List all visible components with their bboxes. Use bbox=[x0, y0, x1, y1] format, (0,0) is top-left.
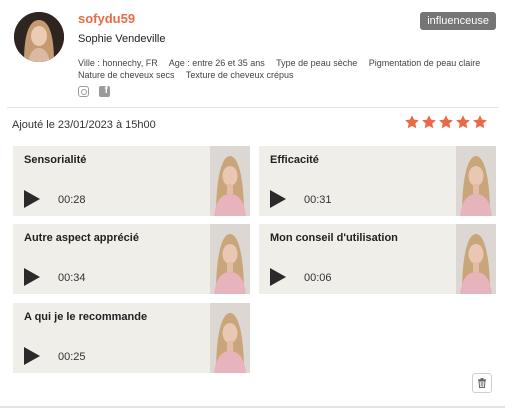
instagram-icon[interactable] bbox=[78, 86, 89, 97]
video-tile[interactable]: A qui je le recommande 00:25 bbox=[13, 303, 250, 373]
play-icon[interactable] bbox=[24, 190, 40, 208]
video-tile[interactable]: Mon conseil d'utilisation 00:06 bbox=[259, 224, 496, 294]
attribute-skin-pigmentation: Pigmentation de peau claire bbox=[368, 58, 481, 68]
video-thumbnail[interactable] bbox=[456, 224, 496, 294]
profile-attributes: Ville : honnechy, FR Age : entre 26 et 3… bbox=[78, 57, 498, 81]
full-name: Sophie Vendeville bbox=[78, 33, 166, 45]
review-card: sofydu59 influenceuse Sophie Vendeville … bbox=[0, 0, 505, 408]
play-icon[interactable] bbox=[24, 347, 40, 365]
attribute-skin-type: Type de peau sèche bbox=[276, 58, 358, 68]
bottom-divider bbox=[0, 406, 505, 408]
star-icon bbox=[404, 114, 420, 130]
star-icon bbox=[438, 114, 454, 130]
play-icon[interactable] bbox=[270, 268, 286, 286]
video-title: Mon conseil d'utilisation bbox=[270, 232, 398, 244]
attribute-age: Age : entre 26 et 35 ans bbox=[168, 58, 265, 68]
play-icon[interactable] bbox=[24, 268, 40, 286]
video-tile[interactable]: Efficacité 00:31 bbox=[259, 146, 496, 216]
video-duration: 00:25 bbox=[58, 351, 86, 363]
play-icon[interactable] bbox=[270, 190, 286, 208]
star-icon bbox=[455, 114, 471, 130]
video-thumbnail[interactable] bbox=[210, 303, 250, 373]
attribute-hair-nature: Nature de cheveux secs bbox=[78, 70, 175, 80]
divider bbox=[7, 107, 498, 108]
video-duration: 00:31 bbox=[304, 194, 332, 206]
video-thumbnail[interactable] bbox=[210, 146, 250, 216]
video-title: Autre aspect apprécié bbox=[24, 232, 139, 244]
avatar[interactable] bbox=[14, 12, 64, 62]
social-links bbox=[78, 85, 110, 97]
video-duration: 00:34 bbox=[58, 272, 86, 284]
attribute-hair-texture: Texture de cheveux crépus bbox=[185, 70, 294, 80]
video-tile[interactable]: Sensorialité 00:28 bbox=[13, 146, 250, 216]
status-badge: influenceuse bbox=[420, 12, 496, 30]
video-tile[interactable]: Autre aspect apprécié 00:34 bbox=[13, 224, 250, 294]
rating-stars bbox=[404, 114, 488, 130]
star-icon bbox=[421, 114, 437, 130]
video-duration: 00:28 bbox=[58, 194, 86, 206]
added-date: Ajouté le 23/01/2023 à 15h00 bbox=[12, 119, 156, 131]
video-title: A qui je le recommande bbox=[24, 311, 148, 323]
facebook-icon[interactable] bbox=[99, 85, 110, 97]
attribute-city: Ville : honnechy, FR bbox=[78, 58, 158, 68]
trash-icon bbox=[478, 378, 486, 388]
video-duration: 00:06 bbox=[304, 272, 332, 284]
video-thumbnail[interactable] bbox=[210, 224, 250, 294]
star-icon bbox=[472, 114, 488, 130]
username-link[interactable]: sofydu59 bbox=[78, 11, 135, 26]
video-thumbnail[interactable] bbox=[456, 146, 496, 216]
video-title: Sensorialité bbox=[24, 154, 87, 166]
delete-button[interactable] bbox=[472, 373, 492, 393]
video-title: Efficacité bbox=[270, 154, 319, 166]
